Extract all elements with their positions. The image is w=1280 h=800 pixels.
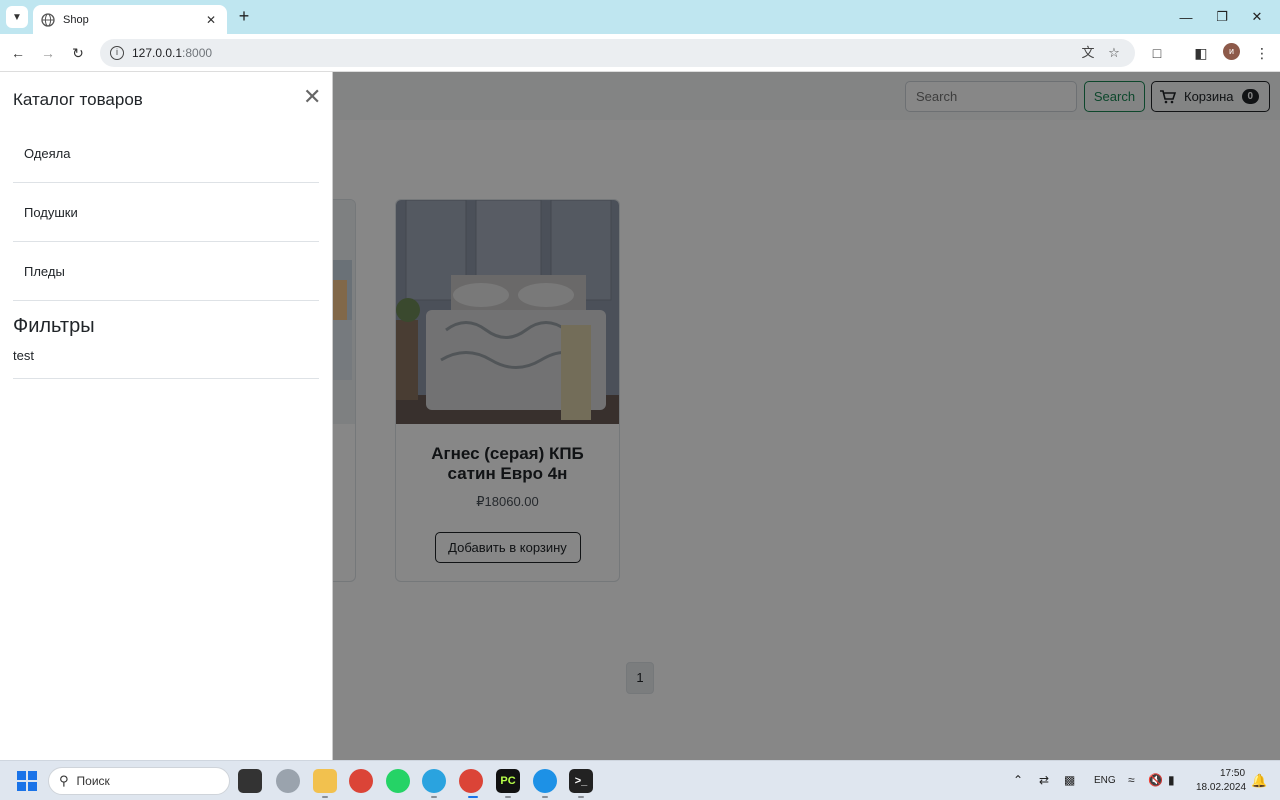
tab-search-icon[interactable]: ▼ bbox=[6, 6, 28, 28]
chrome-icon[interactable] bbox=[349, 769, 373, 793]
battery-icon[interactable]: ▮ bbox=[1168, 773, 1175, 787]
url-text: 127.0.0.1:8000 bbox=[132, 46, 213, 60]
task-view-icon[interactable] bbox=[238, 769, 262, 793]
whatsapp-icon[interactable] bbox=[386, 769, 410, 793]
search-icon: ⚲ bbox=[59, 773, 69, 788]
category-list: Одеяла Подушки Пледы bbox=[13, 124, 319, 301]
catalog-offcanvas: Каталог товаров ✕ Одеяла Подушки Пледы Ф… bbox=[0, 72, 333, 760]
tray-app-icon[interactable]: ▩ bbox=[1064, 773, 1075, 787]
window-close-icon[interactable]: ✕ bbox=[1234, 0, 1280, 34]
category-item[interactable]: Подушки bbox=[13, 183, 319, 242]
offcanvas-title: Каталог товаров bbox=[13, 90, 143, 109]
category-item[interactable]: Пледы bbox=[13, 242, 319, 301]
divider bbox=[13, 378, 319, 379]
globe-icon bbox=[41, 12, 55, 27]
wifi-icon[interactable]: ≈ bbox=[1128, 773, 1135, 787]
browser-tabstrip: ▼ Shop ✕ + — ❐ ✕ bbox=[0, 0, 1280, 34]
bookmark-star-icon[interactable]: ☆ bbox=[1106, 45, 1122, 61]
clock-date[interactable]: 18.02.2024 bbox=[1196, 782, 1246, 793]
running-indicator bbox=[322, 796, 328, 798]
running-indicator bbox=[505, 796, 511, 798]
forward-icon[interactable]: → bbox=[37, 42, 59, 64]
telegram-icon[interactable] bbox=[422, 769, 446, 793]
chrome-profile-icon[interactable] bbox=[459, 769, 483, 793]
translate-icon[interactable]: 文 bbox=[1080, 45, 1096, 61]
browser-tab[interactable]: Shop ✕ bbox=[33, 5, 227, 34]
filters-heading: Фильтры bbox=[13, 315, 95, 337]
tray-app-icon[interactable]: ⇄ bbox=[1039, 773, 1049, 787]
tray-chevron-icon[interactable]: ⌃ bbox=[1013, 773, 1023, 787]
taskbar-search-label: Поиск bbox=[76, 774, 110, 788]
back-icon[interactable]: ← bbox=[7, 42, 29, 64]
running-indicator bbox=[431, 796, 437, 798]
category-item[interactable]: Одеяла bbox=[13, 124, 319, 183]
extensions-icon[interactable]: □ bbox=[1147, 43, 1167, 63]
notification-bell-icon[interactable]: 🔔 bbox=[1251, 773, 1267, 789]
windows-taskbar: ⚲ Поиск PC >_ ⌃ ⇄ ▩ ENG ≈ 🔇 ▮ 17:50 18.0… bbox=[0, 760, 1280, 800]
address-bar[interactable]: i 127.0.0.1:8000 文 ☆ bbox=[100, 39, 1135, 67]
pycharm-icon[interactable]: PC bbox=[496, 769, 520, 793]
browser-menu-icon[interactable]: ⋮ bbox=[1252, 43, 1272, 63]
tab-close-icon[interactable]: ✕ bbox=[203, 13, 219, 27]
clock-time[interactable]: 17:50 bbox=[1220, 768, 1245, 779]
reload-icon[interactable]: ↻ bbox=[67, 42, 89, 64]
browser-toolbar: ← → ↻ i 127.0.0.1:8000 文 ☆ □ ◧ ⋮ bbox=[0, 34, 1280, 72]
taskbar-search[interactable]: ⚲ Поиск bbox=[48, 767, 230, 795]
close-icon[interactable]: ✕ bbox=[303, 86, 321, 108]
tab-title: Shop bbox=[63, 13, 89, 26]
edge-icon[interactable] bbox=[276, 769, 300, 793]
profile-avatar[interactable]: и bbox=[1223, 43, 1240, 60]
filter-item[interactable]: test bbox=[13, 348, 34, 363]
docker-icon[interactable] bbox=[533, 769, 557, 793]
new-tab-icon[interactable]: + bbox=[234, 7, 254, 27]
file-explorer-icon[interactable] bbox=[313, 769, 337, 793]
volume-muted-icon[interactable]: 🔇 bbox=[1148, 773, 1163, 787]
running-indicator bbox=[578, 796, 584, 798]
running-indicator bbox=[468, 796, 478, 798]
running-indicator bbox=[542, 796, 548, 798]
terminal-icon[interactable]: >_ bbox=[569, 769, 593, 793]
site-info-icon[interactable]: i bbox=[110, 46, 124, 60]
web-page: Search Корзина 0 bbox=[0, 72, 1280, 760]
language-indicator[interactable]: ENG bbox=[1094, 775, 1116, 786]
side-panel-icon[interactable]: ◧ bbox=[1191, 43, 1211, 63]
windows-start-icon[interactable] bbox=[17, 771, 37, 791]
